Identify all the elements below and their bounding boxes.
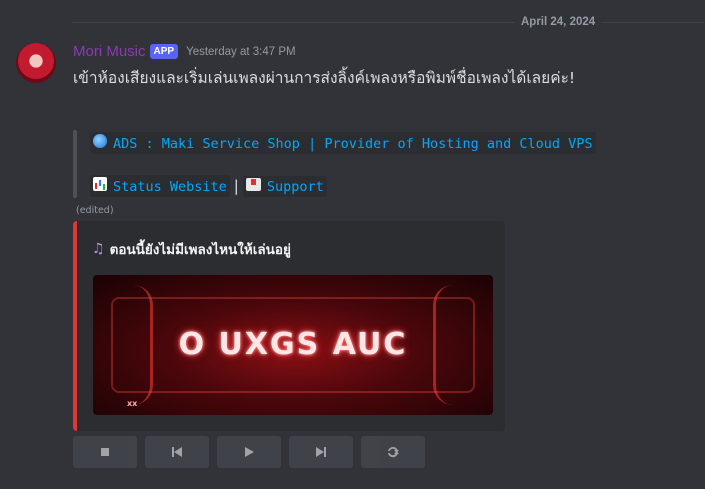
link-separator: | [233, 177, 239, 195]
ads-code[interactable]: ADS : Maki Service Shop | Provider of Ho… [90, 132, 596, 154]
status-website-link[interactable]: Status Website [90, 175, 230, 197]
username[interactable]: Mori Music [73, 43, 146, 60]
ads-line: ADS : Maki Service Shop | Provider of Ho… [90, 132, 596, 154]
timestamp[interactable]: Yesterday at 3:47 PM [186, 46, 296, 58]
chart-icon [93, 177, 107, 191]
support-link[interactable]: Support [242, 175, 327, 197]
message-header: Mori Music APP Yesterday at 3:47 PM [73, 43, 296, 60]
loop-button[interactable] [361, 436, 425, 468]
date-divider-line [72, 22, 705, 23]
embed-title-text: ตอนนี้ยังไม่มีเพลงไหนให้เล่นอยู่ [109, 242, 291, 258]
image-text: O UXGS AUC [178, 327, 408, 362]
avatar[interactable] [16, 43, 56, 83]
embed-image[interactable]: O UXGS AUC xx [93, 275, 493, 415]
embed: ♫ ตอนนี้ยังไม่มีเพลงไหนให้เล่นอยู่ O UXG… [73, 221, 505, 431]
play-icon [245, 447, 254, 457]
blockquote-bar [73, 130, 77, 198]
ads-text: ADS : Maki Service Shop | Provider of Ho… [113, 136, 593, 152]
previous-icon [172, 447, 182, 457]
player-controls [73, 436, 425, 468]
app-badge: APP [149, 44, 179, 59]
status-website-label: Status Website [113, 179, 227, 195]
image-small-text: xx [127, 399, 138, 408]
previous-button[interactable] [145, 436, 209, 468]
message-text: เข้าห้องเสียงและเริ่มเล่นเพลงผ่านการส่งล… [73, 69, 576, 87]
embed-title: ♫ ตอนนี้ยังไม่มีเพลงไหนให้เล่นอยู่ [92, 238, 291, 260]
support-label: Support [266, 178, 324, 195]
stop-button[interactable] [73, 436, 137, 468]
loop-icon [388, 446, 399, 458]
globe-icon [93, 134, 107, 148]
links-line: Status Website | Support [90, 175, 327, 197]
stop-icon [101, 448, 109, 456]
date-divider-label: April 24, 2024 [515, 16, 602, 28]
music-note-icon: ♫ [92, 241, 105, 257]
inbox-icon [245, 177, 261, 191]
play-button[interactable] [217, 436, 281, 468]
edited-label: (edited) [76, 205, 114, 216]
next-icon [316, 447, 326, 457]
next-button[interactable] [289, 436, 353, 468]
